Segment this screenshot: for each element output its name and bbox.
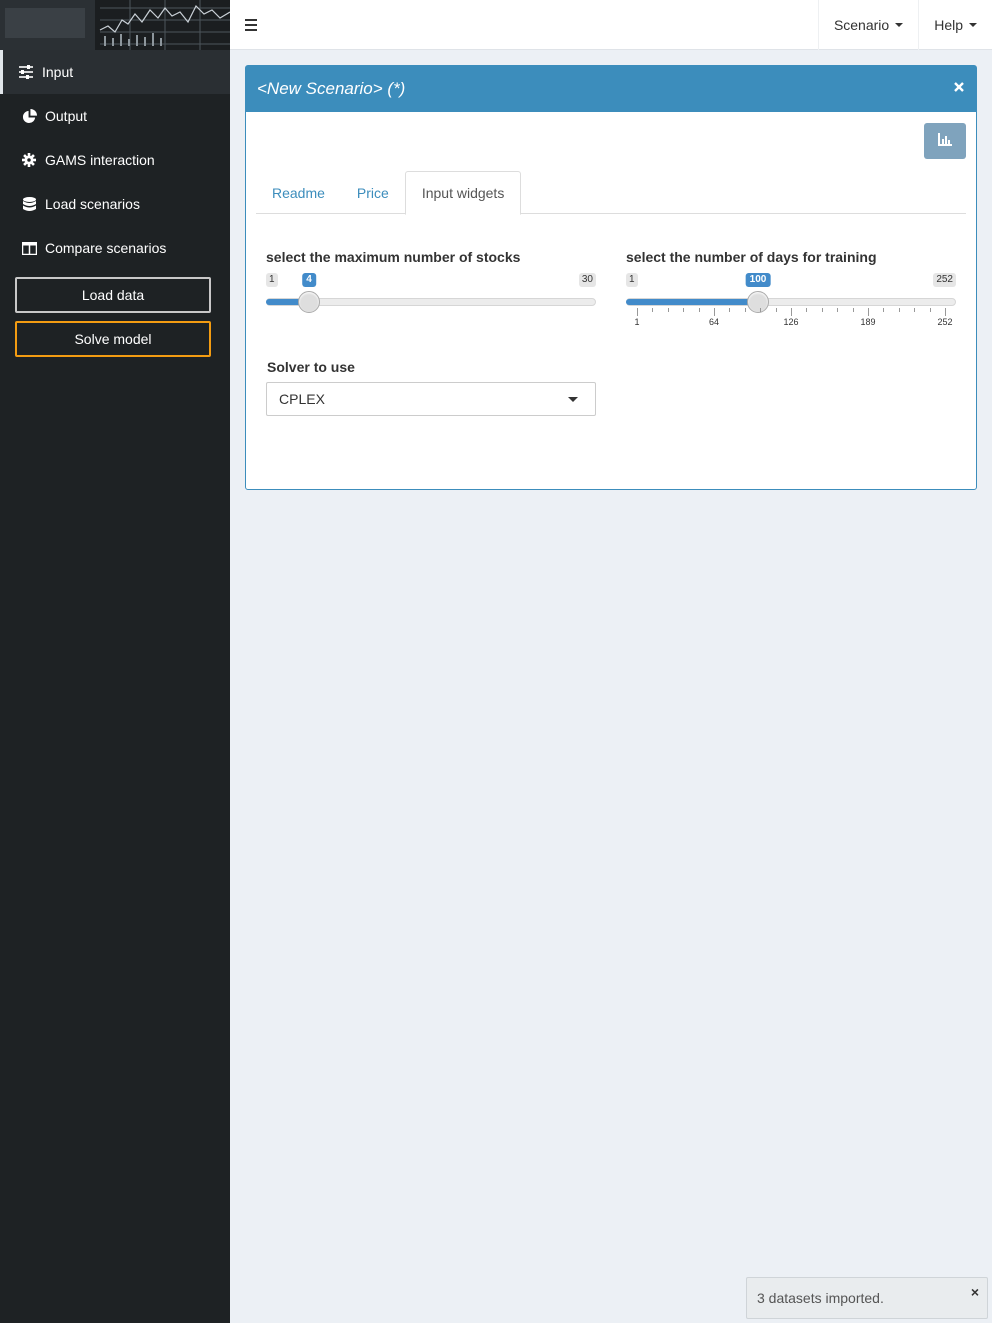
help-menu[interactable]: Help <box>918 0 992 50</box>
tick-mark <box>699 308 700 312</box>
sidebar-item-input[interactable]: Input <box>0 50 230 94</box>
sidebar-item-compare-scenarios[interactable]: Compare scenarios <box>0 226 230 270</box>
tab-price[interactable]: Price <box>341 171 405 214</box>
notification-text: 3 datasets imported. <box>757 1290 884 1306</box>
help-menu-label: Help <box>934 17 963 33</box>
tick-mark <box>652 308 653 312</box>
tick-mark <box>668 308 669 312</box>
slider-fill <box>626 299 758 305</box>
tick-mark <box>745 308 746 312</box>
tick-mark <box>914 308 915 312</box>
sidebar-item-gams-interaction[interactable]: GAMS interaction <box>0 138 230 182</box>
chart-view-button[interactable] <box>924 123 966 159</box>
sidebar: Input Output GAMS interaction Load scena… <box>0 0 230 1323</box>
slider-value-label: 100 <box>745 273 771 287</box>
tick-mark <box>791 308 792 316</box>
logo-image <box>0 0 230 50</box>
sidebar-item-label: Input <box>42 64 74 80</box>
sidebar-item-label: GAMS interaction <box>45 152 155 168</box>
days-slider[interactable]: 1 252 100 1 64 126 189 252 <box>626 271 956 331</box>
tick-label: 126 <box>783 317 799 327</box>
caret-down-icon <box>895 23 904 27</box>
stocks-slider-label: select the maximum number of stocks <box>266 249 521 265</box>
notification-toast: 3 datasets imported. × <box>746 1277 988 1319</box>
stocks-slider[interactable]: 1 30 4 <box>266 271 596 331</box>
stocks-slider-group: select the maximum number of stocks 1 30… <box>266 249 596 331</box>
sidebar-item-label: Compare scenarios <box>45 240 167 256</box>
solver-label: Solver to use <box>267 359 355 375</box>
sidebar-item-output[interactable]: Output <box>0 94 230 138</box>
tick-mark <box>806 308 807 312</box>
hamburger-menu-icon[interactable] <box>244 14 260 36</box>
solver-select[interactable]: CPLEX <box>266 382 596 416</box>
slider-handle[interactable] <box>298 291 320 313</box>
tick-mark <box>714 308 715 316</box>
sidebar-item-load-scenarios[interactable]: Load scenarios <box>0 182 230 226</box>
solver-select-value: CPLEX <box>279 391 325 407</box>
tick-mark <box>868 308 869 316</box>
slider-min-label: 1 <box>266 273 278 287</box>
days-slider-group: select the number of days for training 1… <box>626 249 956 331</box>
tick-label: 189 <box>860 317 876 327</box>
scenario-box-header: <New Scenario> (*) <box>246 66 976 112</box>
tick-mark <box>683 308 684 312</box>
slider-max-label: 30 <box>578 273 596 287</box>
tick-mark <box>945 308 946 316</box>
slider-value-label: 4 <box>302 273 316 287</box>
tab-input-widgets[interactable]: Input widgets <box>404 171 522 215</box>
slider-max-label: 252 <box>933 273 956 287</box>
bar-chart-icon <box>938 133 952 149</box>
close-icon[interactable]: × <box>971 1284 979 1300</box>
tick-mark <box>822 308 823 312</box>
tick-mark <box>837 308 838 312</box>
scenario-menu-label: Scenario <box>833 17 890 33</box>
sliders-icon <box>18 64 34 80</box>
tick-mark <box>729 308 730 312</box>
top-menu: Scenario Help <box>817 0 992 50</box>
scenario-menu[interactable]: Scenario <box>817 0 918 50</box>
scenario-box: <New Scenario> (*) Readme Price Input wi… <box>245 65 977 490</box>
tick-label: 1 <box>634 317 640 327</box>
caret-down-icon <box>969 23 977 27</box>
tick-mark <box>637 308 638 316</box>
tab-readme[interactable]: Readme <box>256 171 341 214</box>
scenario-title: <New Scenario> (*) <box>257 79 406 98</box>
sidebar-item-label: Load scenarios <box>45 196 140 212</box>
sidebar-item-label: Output <box>45 108 88 124</box>
pie-chart-icon <box>21 108 37 124</box>
solve-model-button[interactable]: Solve model <box>15 321 211 357</box>
tick-mark <box>776 308 777 312</box>
dropdown-arrow-icon <box>568 397 578 402</box>
slider-min-label: 1 <box>626 273 638 287</box>
tick-label: 64 <box>708 317 720 327</box>
tab-bar: Readme Price Input widgets <box>256 171 966 215</box>
gear-icon <box>21 152 37 168</box>
tick-mark <box>853 308 854 312</box>
tick-mark <box>883 308 884 312</box>
tick-mark <box>930 308 931 312</box>
close-icon[interactable] <box>952 79 966 93</box>
tick-mark <box>899 308 900 312</box>
load-data-button[interactable]: Load data <box>15 277 211 313</box>
database-icon <box>21 196 37 212</box>
days-slider-label: select the number of days for training <box>626 249 877 265</box>
tick-label: 252 <box>937 317 953 327</box>
columns-icon <box>21 240 37 256</box>
tick-mark <box>760 308 761 312</box>
top-navbar: Scenario Help <box>230 0 992 50</box>
